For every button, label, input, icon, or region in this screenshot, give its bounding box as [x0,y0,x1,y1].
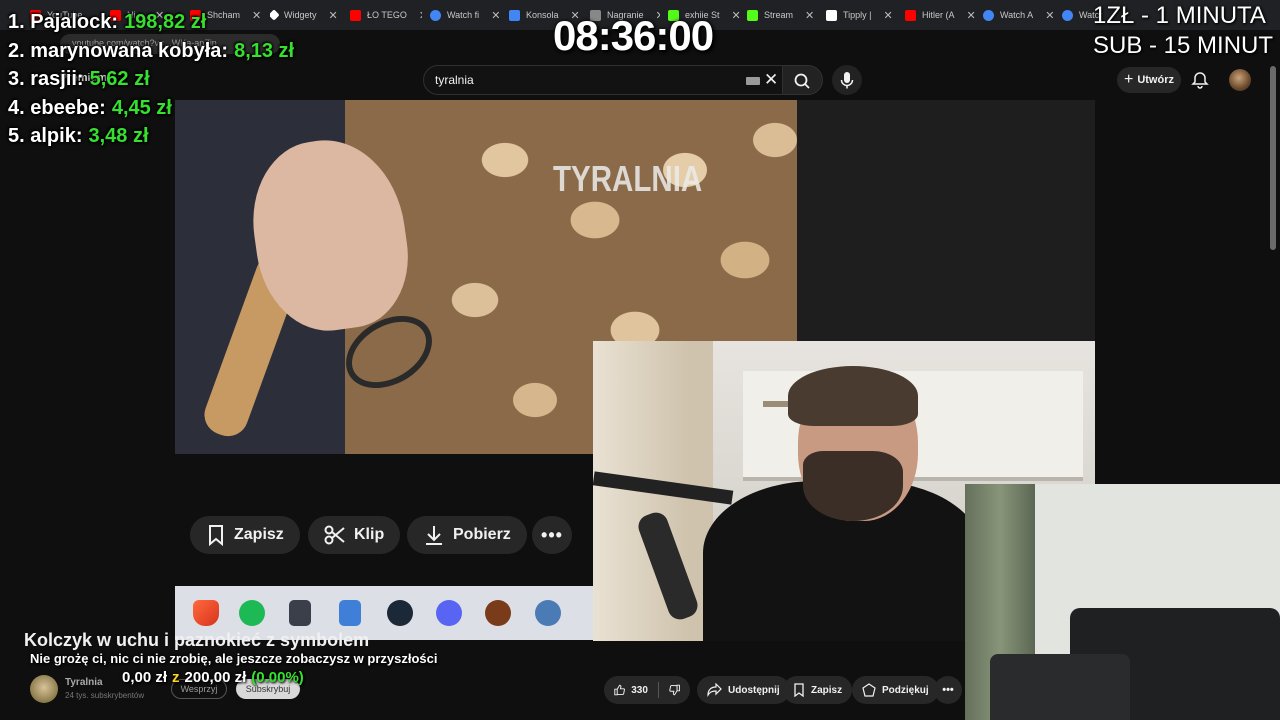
download-icon [426,526,442,545]
brave-browser-icon[interactable] [193,600,219,626]
more-options-button[interactable]: ••• [934,676,962,704]
spotify-icon[interactable] [239,600,265,626]
kick-favicon-icon [747,9,758,21]
youtube-favicon-icon [905,9,916,21]
rate-line-sub: SUB - 15 MINUT [1093,32,1274,59]
notifications-bell-icon[interactable] [1190,70,1210,90]
browser-tab[interactable]: Stream ✕ [747,6,819,24]
browser-tab[interactable]: Hitler (A ✕ [905,6,975,24]
goal-current: 0,00 zł [122,669,168,686]
video-watermark: TYRALNIA [553,158,703,199]
clear-search-icon[interactable]: ✕ [764,71,778,88]
close-tab-icon[interactable]: ✕ [491,9,500,22]
clip-button[interactable]: Klip [308,516,401,554]
watch-favicon-icon [430,9,441,21]
search-input[interactable] [435,73,735,87]
watch-favicon-icon [1062,9,1073,21]
steam-icon[interactable] [387,600,413,626]
channel-name[interactable]: Tyralnia [65,677,103,688]
browser-tab[interactable]: ŁO TEGO✕ [350,6,422,24]
browser-tab[interactable]: Watch A ✕ [983,6,1053,24]
webcam-streamer-hair [788,366,918,426]
donation-goal: 0,00 zł z 200,00 zł (0.00%) [122,669,304,686]
subathon-timer: 08:36:00 [553,12,714,59]
scissors-icon [324,525,345,545]
goal-of: z [172,669,180,686]
plus-icon: + [1123,71,1134,88]
close-tab-icon[interactable]: ✕ [967,9,975,22]
room-chair [990,654,1130,720]
video-title: Kolczyk w uchu i paznokieć z symbolem [24,630,370,650]
account-avatar[interactable] [1229,69,1251,91]
notepad-icon[interactable] [339,600,361,626]
close-tab-icon[interactable]: ✕ [732,9,740,22]
close-tab-icon[interactable]: ✕ [805,9,814,22]
leaderboard-row: 1. Pajalock: 198,82 zł [8,11,207,33]
room-camera [965,484,1280,720]
search-icon [794,73,810,89]
webcam-streamer-beard [803,451,903,521]
tipply-favicon-icon [826,9,837,21]
calculator-icon[interactable] [289,600,311,626]
goal-percent: (0.00%) [251,669,304,686]
donation-leaderboard: 1. Pajalock: 198,82 zł 2. marynowana koby… [8,8,294,151]
create-button[interactable]: + Utwórz [1117,67,1181,93]
share-icon [707,683,722,697]
watch-favicon-icon [983,9,994,21]
close-tab-icon[interactable]: ✕ [1045,9,1053,22]
console-favicon-icon [509,9,520,21]
microphone-icon [840,72,854,89]
thanks-button[interactable]: Podziękuj [852,676,939,704]
save-button[interactable]: Zapisz [190,516,300,554]
thumbs-up-icon[interactable] [614,683,625,697]
rate-line-money: 1ZŁ - 1 MINUTA [1093,2,1266,29]
search-box[interactable]: ✕ [423,65,783,95]
close-tab-icon[interactable]: ✕ [884,9,893,22]
leaderboard-row: 4. ebeebe: 4,45 zł [8,96,172,119]
voice-search-button[interactable] [832,65,862,95]
close-tab-icon[interactable]: ✕ [419,9,422,22]
bookmark-icon [209,525,223,546]
leaderboard-row: 5. alpik: 3,48 zł [8,125,149,147]
more-actions-button[interactable]: ••• [532,516,572,554]
discord-icon[interactable] [436,600,462,626]
keyboard-icon[interactable] [746,77,760,85]
game-app-icon[interactable] [485,600,511,626]
share-button[interactable]: Udostępnij [697,676,790,704]
player-side-area [797,100,1095,341]
browser-tab[interactable]: Tipply | ✕ [826,6,896,24]
search-button[interactable] [783,65,823,95]
like-count: 330 [631,684,648,696]
subathon-rates: 1ZŁ - 1 MINUTA SUB - 15 MINUT [1093,1,1273,61]
more-icon: ••• [541,524,563,545]
page-scrollbar[interactable] [1270,66,1276,250]
divider [657,682,659,698]
browser-tab[interactable]: Watch fi ✕ [430,6,500,24]
bookmark-icon [794,683,804,697]
subscriber-count: 24 tys. subskrybentów [65,691,145,700]
goal-target: 200,00 zł [184,669,247,686]
save-to-playlist-button[interactable]: Zapisz [783,676,853,704]
download-button[interactable]: Pobierz [407,516,527,554]
stream-subtitle: Nie grożę ci, nic ci nie zrobię, ale jes… [30,651,438,666]
leaderboard-row: 2. marynowana kobyła: 8,13 zł [8,39,295,62]
close-tab-icon[interactable]: ✕ [329,9,338,22]
more-icon: ••• [942,684,954,696]
thumbs-down-icon[interactable] [669,683,680,697]
youtube-favicon-icon [350,9,361,21]
settings-gear-icon[interactable] [535,600,561,626]
like-dislike-group: 330 [604,676,690,704]
channel-avatar[interactable] [30,675,58,703]
super-thanks-icon [862,683,876,697]
leaderboard-row: 3. rasjii: 5,62 zł [8,68,150,90]
